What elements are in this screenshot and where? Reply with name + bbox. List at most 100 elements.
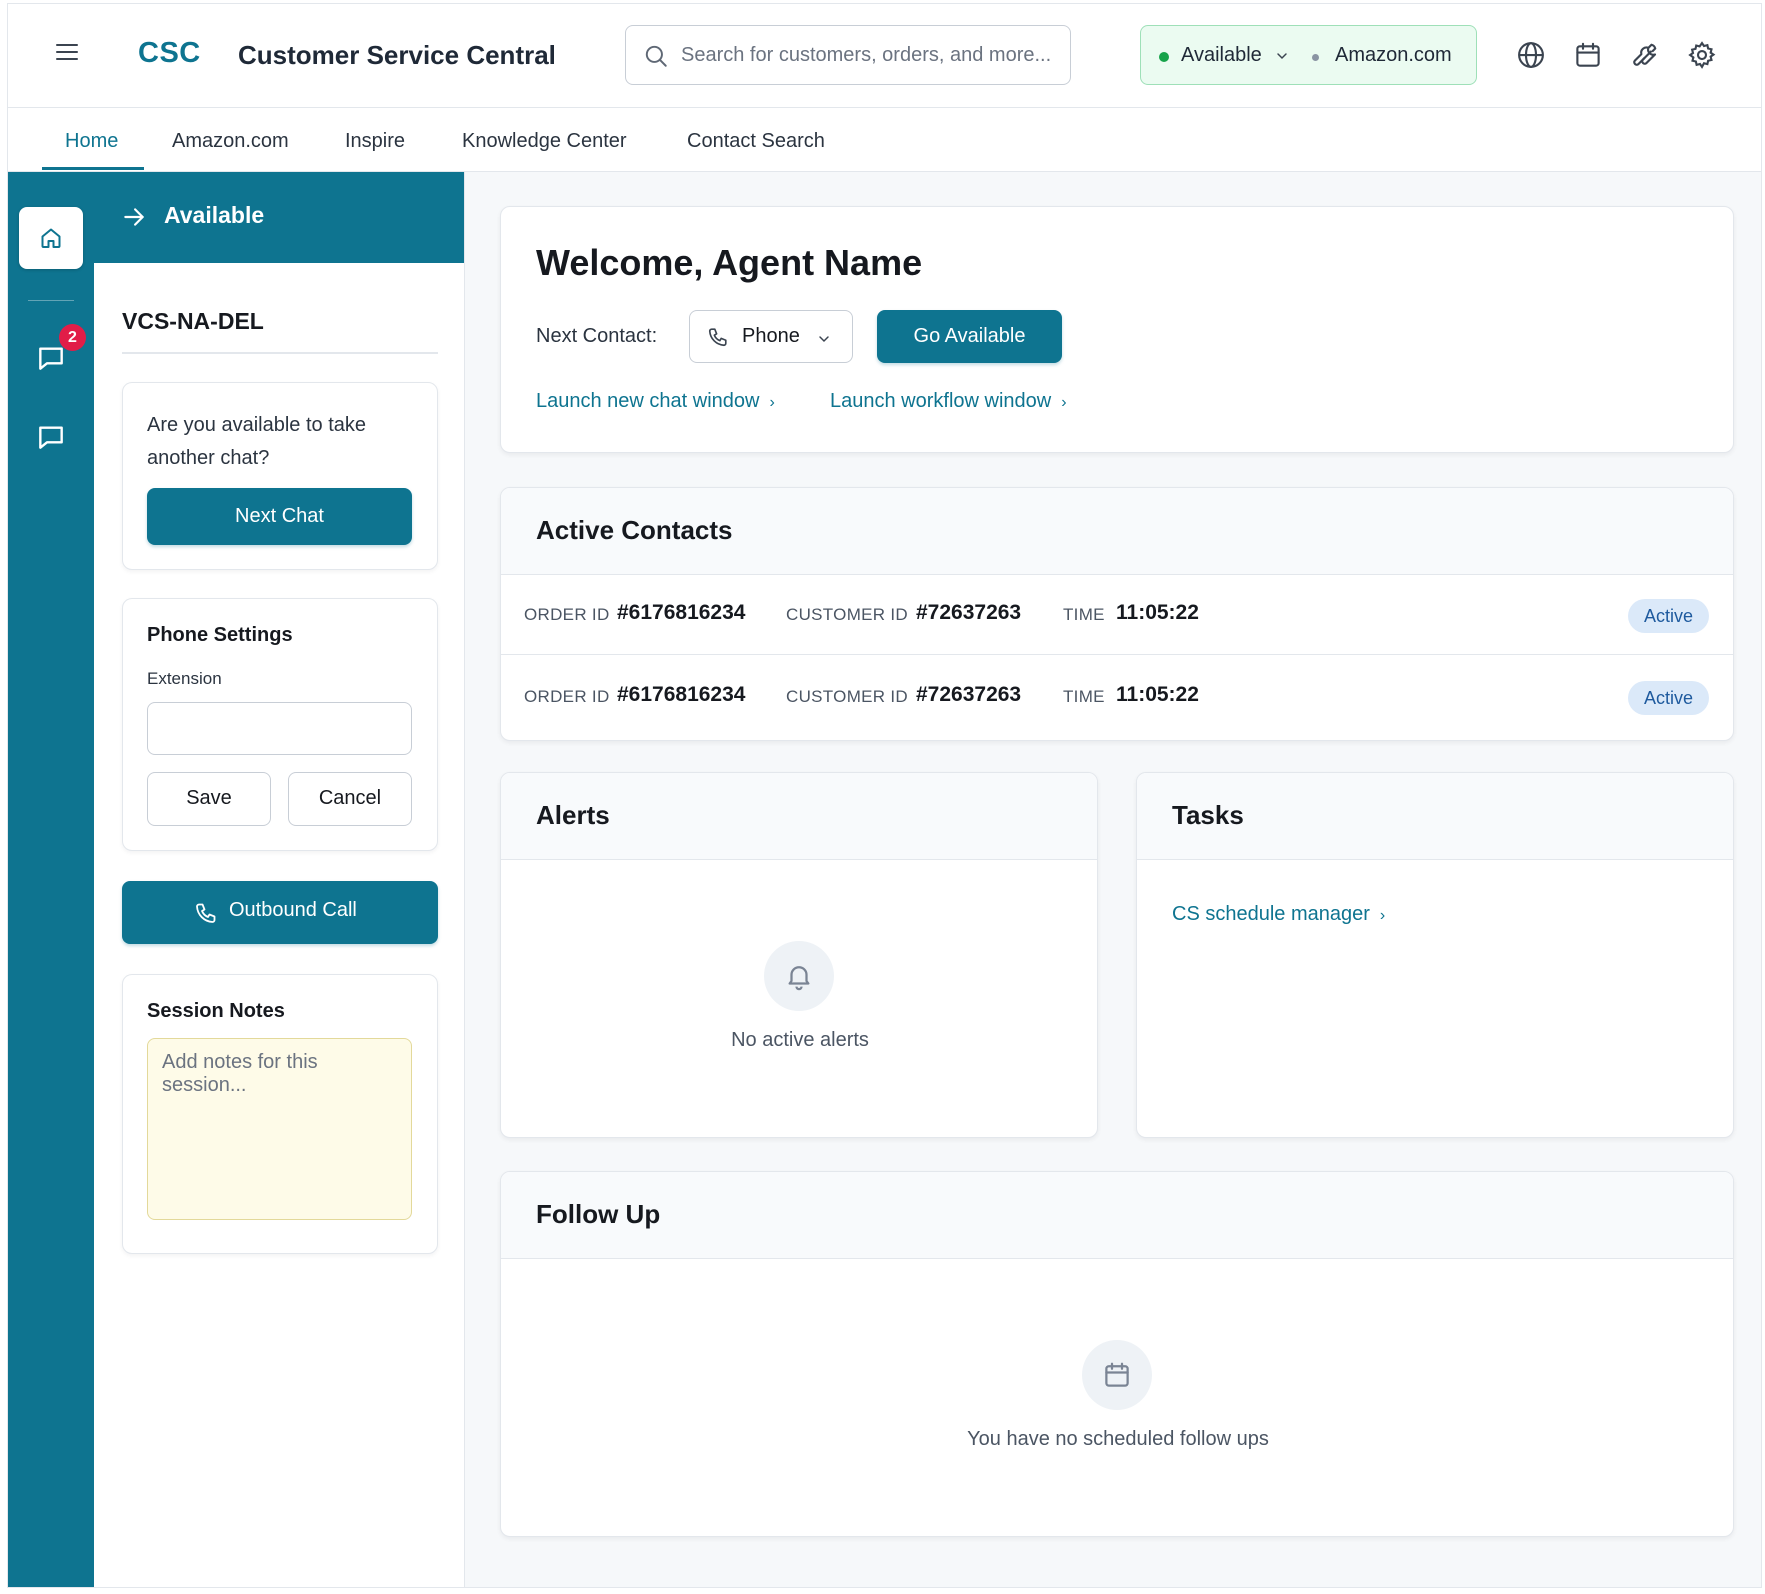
time-value: 11:05:22 xyxy=(1116,683,1199,706)
tab-knowledge-center[interactable]: Knowledge Center xyxy=(462,130,627,153)
chevron-right-icon: › xyxy=(1061,394,1067,411)
tab-home[interactable]: Home xyxy=(65,130,118,153)
tab-contact-search[interactable]: Contact Search xyxy=(687,130,825,153)
session-notes-title: Session Notes xyxy=(147,1000,285,1022)
session-notes-card: Session Notes xyxy=(122,974,438,1254)
table-row[interactable]: ORDER ID #6176816234 CUSTOMER ID #726372… xyxy=(501,575,1733,655)
bell-icon xyxy=(788,966,810,991)
session-notes-textarea[interactable] xyxy=(147,1038,412,1220)
chevron-right-icon: › xyxy=(1379,907,1386,924)
active-contacts-card: Active Contacts ORDER ID #6176816234 CUS… xyxy=(500,487,1734,741)
queue-name: VCS-NA-DEL xyxy=(122,308,264,334)
welcome-title: Welcome, Agent Name xyxy=(536,242,923,283)
app-logo[interactable]: CSC xyxy=(138,37,201,70)
separator-dot xyxy=(1312,54,1319,61)
status-indicator xyxy=(1159,52,1169,62)
gear-icon[interactable] xyxy=(1687,40,1717,70)
availability-banner: Available xyxy=(94,172,464,263)
calendar-icon[interactable] xyxy=(1573,40,1603,70)
launch-chat-window-label: Launch new chat window xyxy=(536,390,760,412)
rail-divider xyxy=(28,300,74,301)
follow-up-empty-icon xyxy=(1082,1340,1152,1410)
alerts-empty-text: No active alerts xyxy=(731,1029,869,1051)
search-icon xyxy=(645,45,667,67)
home-icon xyxy=(41,228,61,248)
extension-label: Extension xyxy=(147,669,222,688)
phone-settings-card: Phone Settings Extension Save Cancel xyxy=(122,598,438,851)
order-id-label: ORDER ID xyxy=(524,687,610,706)
tab-inspire[interactable]: Inspire xyxy=(345,130,405,153)
customer-id-value: #72637263 xyxy=(916,683,1022,706)
follow-up-title: Follow Up xyxy=(536,1199,661,1229)
app-window: CSC Customer Service Central Available A… xyxy=(7,3,1762,1588)
go-available-button[interactable]: Go Available xyxy=(877,310,1062,363)
tab-amazon[interactable]: Amazon.com xyxy=(172,130,289,153)
primary-nav: Home Amazon.com Inspire Knowledge Center… xyxy=(8,108,1761,172)
active-contacts-header: Active Contacts xyxy=(501,488,1733,575)
phone-settings-title: Phone Settings xyxy=(147,624,293,646)
next-contact-label: Next Contact: xyxy=(536,325,658,347)
top-header: CSC Customer Service Central Available A… xyxy=(8,4,1761,108)
left-rail: 2 xyxy=(8,172,94,1587)
follow-up-header: Follow Up xyxy=(501,1172,1733,1259)
alerts-empty-icon xyxy=(764,941,834,1011)
launch-workflow-window-link[interactable]: Launch workflow window › xyxy=(830,390,1067,413)
customer-id-value: #72637263 xyxy=(916,601,1022,624)
order-id-value: #6176816234 xyxy=(617,683,746,706)
order-id-value: #6176816234 xyxy=(617,601,746,624)
divider xyxy=(122,352,438,354)
cs-schedule-manager-link[interactable]: CS schedule manager › xyxy=(1172,903,1385,926)
next-contact-value: Phone xyxy=(742,325,800,347)
wrench-icon[interactable] xyxy=(1630,40,1660,70)
agent-status-selector[interactable]: Available Amazon.com xyxy=(1140,25,1477,85)
active-tab-indicator xyxy=(42,167,144,170)
chevron-down-icon xyxy=(1277,53,1287,60)
launch-workflow-window-label: Launch workflow window xyxy=(830,390,1052,412)
search-input[interactable] xyxy=(681,38,1061,72)
global-search[interactable] xyxy=(625,25,1071,85)
next-contact-select[interactable]: Phone xyxy=(689,310,853,363)
tasks-title: Tasks xyxy=(1172,800,1244,830)
order-id-label: ORDER ID xyxy=(524,605,610,624)
next-chat-button[interactable]: Next Chat xyxy=(147,488,412,545)
status-badge: Active xyxy=(1627,681,1709,715)
status-label: Available xyxy=(1181,44,1262,66)
rail-home-button[interactable] xyxy=(19,207,83,269)
extension-field[interactable] xyxy=(147,702,412,755)
time-label: TIME xyxy=(1063,687,1105,706)
globe-icon[interactable] xyxy=(1516,40,1546,70)
alerts-title: Alerts xyxy=(536,800,610,830)
availability-prompt: Are you available to take another chat? xyxy=(147,414,367,469)
chat-icon[interactable] xyxy=(35,421,67,453)
calendar-icon xyxy=(1105,1362,1129,1387)
marketplace-label: Amazon.com xyxy=(1335,44,1452,66)
phone-icon xyxy=(708,328,727,347)
customer-id-label: CUSTOMER ID xyxy=(786,687,908,706)
availability-label: Available xyxy=(164,202,265,228)
phone-icon xyxy=(196,903,216,923)
active-contacts-title: Active Contacts xyxy=(536,515,733,545)
agent-side-panel: Available VCS-NA-DEL Are you available t… xyxy=(94,172,465,1587)
tasks-card: Tasks CS schedule manager › xyxy=(1136,772,1734,1138)
cs-schedule-manager-label: CS schedule manager xyxy=(1172,903,1370,925)
alerts-card: Alerts No active alerts xyxy=(500,772,1098,1138)
save-button[interactable]: Save xyxy=(147,772,271,826)
chevron-right-icon: › xyxy=(769,394,775,411)
menu-icon[interactable] xyxy=(56,44,78,62)
time-value: 11:05:22 xyxy=(1116,601,1199,624)
follow-up-card: Follow Up You have no scheduled follow u… xyxy=(500,1171,1734,1537)
customer-id-label: CUSTOMER ID xyxy=(786,605,908,624)
chevron-down-icon xyxy=(819,336,829,343)
outbound-call-button[interactable]: Outbound Call xyxy=(122,881,438,944)
arrow-right-icon xyxy=(124,208,144,226)
cancel-button[interactable]: Cancel xyxy=(288,772,412,826)
availability-card: Are you available to take another chat? … xyxy=(122,382,438,570)
time-label: TIME xyxy=(1063,605,1105,624)
alerts-header: Alerts xyxy=(501,773,1097,860)
launch-chat-window-link[interactable]: Launch new chat window › xyxy=(536,390,775,413)
app-title: Customer Service Central xyxy=(238,40,556,70)
table-row[interactable]: ORDER ID #6176816234 CUSTOMER ID #726372… xyxy=(501,657,1733,737)
tasks-header: Tasks xyxy=(1137,773,1733,860)
chat-count-badge: 2 xyxy=(59,324,86,351)
follow-up-empty-text: You have no scheduled follow ups xyxy=(967,1428,1269,1450)
